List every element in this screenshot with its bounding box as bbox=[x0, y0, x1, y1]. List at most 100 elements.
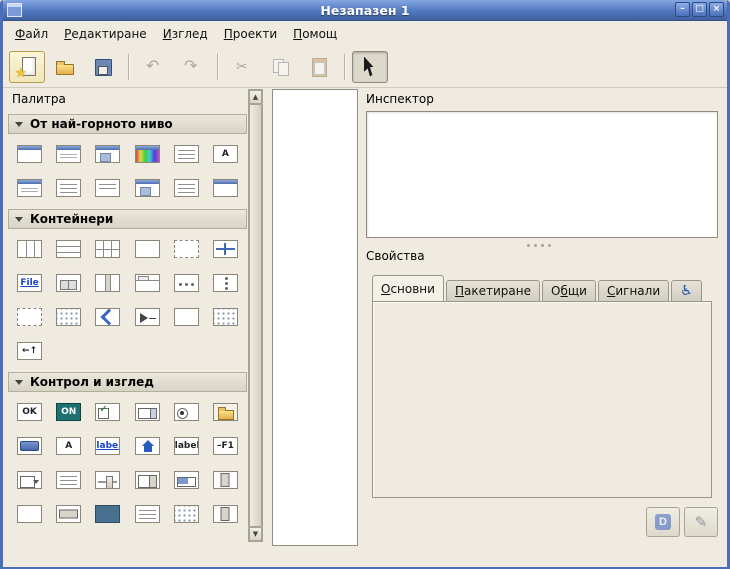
palette-accel-label[interactable]: –F1 bbox=[210, 433, 241, 459]
scrollbar-thumb[interactable] bbox=[249, 104, 262, 527]
paned-handle[interactable] bbox=[527, 243, 557, 248]
action-button-devhelp[interactable]: D bbox=[646, 507, 680, 537]
palette-vbuttonbox[interactable] bbox=[210, 270, 241, 296]
toolbar-save[interactable] bbox=[85, 51, 121, 83]
accessibility-icon: ♿ bbox=[680, 284, 693, 298]
palette-vseparator[interactable] bbox=[210, 501, 241, 527]
widget-icon-label: label bbox=[174, 437, 199, 455]
palette-hscrollbar[interactable] bbox=[53, 501, 84, 527]
menu-projects[interactable]: Проекти bbox=[216, 23, 285, 45]
palette-scrollbar[interactable]: ▲ ▼ bbox=[248, 89, 263, 542]
palette-vbox[interactable] bbox=[53, 236, 84, 262]
palette-layout[interactable] bbox=[210, 304, 241, 330]
tab-packing[interactable]: Пакетиране bbox=[446, 280, 540, 301]
scroll-down-icon[interactable]: ▼ bbox=[249, 527, 262, 541]
palette-text-entry[interactable] bbox=[14, 433, 45, 459]
palette-frame[interactable] bbox=[132, 236, 163, 262]
palette-toolbar[interactable] bbox=[53, 270, 84, 296]
palette-offscreen-window[interactable] bbox=[171, 175, 202, 201]
palette-window[interactable] bbox=[14, 141, 45, 167]
palette-section-label: Контрол и изглед bbox=[30, 375, 154, 389]
palette-file-chooser-dialog[interactable] bbox=[171, 141, 202, 167]
menu-edit[interactable]: Редактиране bbox=[56, 23, 155, 45]
palette-statusbar[interactable] bbox=[14, 501, 45, 527]
toolbar-undo[interactable] bbox=[136, 51, 172, 83]
palette-vscrollbar[interactable] bbox=[210, 467, 241, 493]
palette-file-chooser-button[interactable] bbox=[210, 399, 241, 425]
maximize-button[interactable]: □ bbox=[692, 2, 707, 17]
palette-handlebox[interactable] bbox=[92, 304, 123, 330]
palette-radio-button[interactable] bbox=[171, 399, 202, 425]
palette-section-header-control[interactable]: Контрол и изглед bbox=[8, 372, 247, 392]
palette-toggle-button[interactable]: ON bbox=[53, 399, 84, 425]
widget-icon-scrolled-window bbox=[213, 240, 238, 258]
palette-menubar[interactable]: File bbox=[14, 270, 45, 296]
window-menu-icon[interactable] bbox=[7, 3, 22, 17]
palette-font-selection-dialog[interactable]: A bbox=[210, 141, 241, 167]
palette-dialog[interactable] bbox=[53, 141, 84, 167]
toolbar-new[interactable] bbox=[9, 51, 45, 83]
palette-plug[interactable] bbox=[210, 175, 241, 201]
palette-arrow[interactable] bbox=[132, 304, 163, 330]
titlebar[interactable]: Незапазен 1 – □ × bbox=[3, 0, 727, 21]
menu-view[interactable]: Изглед bbox=[155, 23, 216, 45]
palette-hbox[interactable] bbox=[14, 236, 45, 262]
palette-viewport[interactable] bbox=[171, 304, 202, 330]
palette-label[interactable]: label bbox=[171, 433, 202, 459]
palette-font-button[interactable] bbox=[132, 433, 163, 459]
toolbar-separator bbox=[217, 54, 218, 80]
toolbar-cut[interactable] bbox=[225, 51, 261, 83]
widget-icon-hscale bbox=[95, 471, 120, 489]
palette-assistant[interactable] bbox=[132, 175, 163, 201]
toolbar-redo[interactable] bbox=[174, 51, 210, 83]
palette-combo-box-entry[interactable] bbox=[14, 467, 45, 493]
tab-signals[interactable]: Сигнали bbox=[598, 280, 669, 301]
palette-paned[interactable] bbox=[92, 270, 123, 296]
palette-button[interactable]: OK bbox=[14, 399, 45, 425]
action-button-edit[interactable]: ✎ bbox=[684, 507, 718, 537]
palette-color-selection-dialog[interactable] bbox=[132, 141, 163, 167]
inspector-tree[interactable] bbox=[366, 111, 718, 238]
palette-icon-view[interactable] bbox=[171, 501, 202, 527]
design-canvas[interactable] bbox=[272, 89, 358, 546]
palette-recent-chooser-dialog[interactable] bbox=[92, 175, 123, 201]
palette-alignment[interactable]: ←↑ bbox=[14, 338, 45, 364]
palette-drawing-area[interactable] bbox=[92, 501, 123, 527]
palette-image[interactable]: A bbox=[53, 433, 84, 459]
palette-section-header-containers[interactable]: Контейнери bbox=[8, 209, 247, 229]
toolbar-open[interactable] bbox=[47, 51, 83, 83]
palette-scrolled-window[interactable] bbox=[210, 236, 241, 262]
palette-link-button[interactable]: label bbox=[92, 433, 123, 459]
tab-common[interactable]: Общи bbox=[542, 280, 596, 301]
palette-text-view[interactable] bbox=[53, 467, 84, 493]
menu-help[interactable]: Помощ bbox=[285, 23, 345, 45]
palette-about-dialog[interactable] bbox=[92, 141, 123, 167]
toolbar-pointer[interactable] bbox=[352, 51, 388, 83]
palette-notebook[interactable] bbox=[132, 270, 163, 296]
toolbar-paste[interactable] bbox=[301, 51, 337, 83]
close-button[interactable]: × bbox=[709, 2, 724, 17]
palette-message-dialog[interactable] bbox=[53, 175, 84, 201]
palette-expander[interactable] bbox=[14, 304, 45, 330]
palette-iconview[interactable] bbox=[53, 304, 84, 330]
icon-new bbox=[16, 56, 38, 78]
palette-input-dialog[interactable] bbox=[14, 175, 45, 201]
widget-icon-text-view bbox=[56, 471, 81, 489]
palette-hbuttonbox[interactable] bbox=[171, 270, 202, 296]
palette-table[interactable] bbox=[92, 236, 123, 262]
widget-icon-link-button: label bbox=[95, 437, 120, 455]
palette-section-header-toplevel[interactable]: От най-горното ниво bbox=[8, 114, 247, 134]
palette-fixed[interactable] bbox=[171, 236, 202, 262]
palette-hscale[interactable] bbox=[92, 467, 123, 493]
tab-general[interactable]: Основни bbox=[372, 275, 444, 301]
palette-textview[interactable] bbox=[132, 501, 163, 527]
palette-combo-box[interactable] bbox=[132, 399, 163, 425]
menu-file[interactable]: Файл bbox=[7, 23, 56, 45]
palette-spin-button[interactable] bbox=[132, 467, 163, 493]
scroll-up-icon[interactable]: ▲ bbox=[249, 90, 262, 104]
tab-accessibility[interactable]: ♿ bbox=[671, 280, 702, 301]
palette-check-button[interactable] bbox=[92, 399, 123, 425]
minimize-button[interactable]: – bbox=[675, 2, 690, 17]
toolbar-copy[interactable] bbox=[263, 51, 299, 83]
palette-progress-bar[interactable] bbox=[171, 467, 202, 493]
